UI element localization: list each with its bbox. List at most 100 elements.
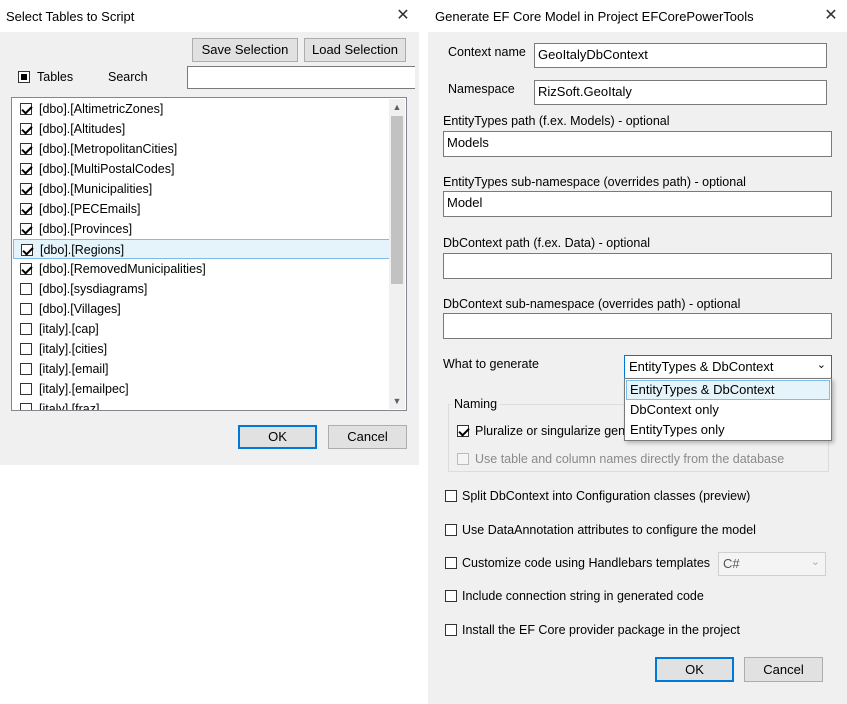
entity-path-label: EntityTypes path (f.ex. Models) - option… — [443, 114, 670, 128]
pluralize-checkbox[interactable] — [457, 425, 469, 437]
tables-label: Tables — [37, 70, 74, 84]
left-dialog-title: Select Tables to Script — [6, 9, 135, 24]
table-row[interactable]: [dbo].[Provinces] — [13, 219, 390, 239]
tables-list[interactable]: [dbo].[AltimetricZones] [dbo].[Altitudes]… — [11, 97, 407, 411]
dbcontext-subnamespace-label: DbContext sub-namespace (overrides path)… — [443, 297, 741, 311]
scrollbar-thumb[interactable] — [391, 116, 403, 284]
table-row-checkbox[interactable] — [20, 283, 32, 295]
table-row-checkbox[interactable] — [20, 123, 32, 135]
table-row-label: [italy].[email] — [39, 362, 109, 376]
table-row-label: [italy].[emailpec] — [39, 382, 129, 396]
connection-string-label: Include connection string in generated c… — [462, 589, 704, 603]
scroll-down-icon[interactable]: ▼ — [389, 393, 405, 409]
dbcontext-subnamespace-input[interactable] — [443, 313, 832, 339]
save-selection-button[interactable]: Save Selection — [192, 38, 298, 62]
table-row-label: [dbo].[AltimetricZones] — [39, 102, 164, 116]
left-titlebar: Select Tables to Script ✕ — [0, 0, 419, 32]
table-row[interactable]: [italy].[emailpec] — [13, 379, 390, 399]
install-provider-checkbox[interactable] — [445, 624, 457, 636]
table-row-checkbox[interactable] — [20, 323, 32, 335]
dbcontext-path-input[interactable] — [443, 253, 832, 279]
option-entitytypes-dbcontext[interactable]: EntityTypes & DbContext — [626, 380, 830, 400]
table-row-checkbox[interactable] — [20, 163, 32, 175]
table-row[interactable]: [dbo].[MultiPostalCodes] — [13, 159, 390, 179]
context-name-input[interactable]: GeoItalyDbContext — [534, 43, 827, 68]
table-row[interactable]: [italy].[cap] — [13, 319, 390, 339]
table-row-checkbox[interactable] — [21, 244, 33, 256]
table-row-label: [dbo].[Provinces] — [39, 222, 133, 236]
right-cancel-button[interactable]: Cancel — [744, 657, 823, 682]
option-dbcontext-only[interactable]: DbContext only — [626, 400, 830, 420]
entity-subnamespace-label: EntityTypes sub-namespace (overrides pat… — [443, 175, 746, 189]
tables-checkbox[interactable] — [18, 71, 30, 83]
table-row[interactable]: [dbo].[RemovedMunicipalities] — [13, 259, 390, 279]
what-to-generate-label: What to generate — [443, 357, 539, 371]
table-row[interactable]: [dbo].[Villages] — [13, 299, 390, 319]
entity-subnamespace-input[interactable]: Model — [443, 191, 832, 217]
handlebars-checkbox[interactable] — [445, 557, 457, 569]
table-row-checkbox[interactable] — [20, 303, 32, 315]
table-row-label: [dbo].[MetropolitanCities] — [39, 142, 178, 156]
close-icon[interactable]: ✕ — [391, 4, 415, 28]
connection-string-checkbox[interactable] — [445, 590, 457, 602]
table-row[interactable]: [dbo].[Altitudes] — [13, 119, 390, 139]
close-icon[interactable]: ✕ — [819, 4, 843, 28]
table-row-checkbox[interactable] — [20, 343, 32, 355]
table-row-checkbox[interactable] — [20, 143, 32, 155]
left-ok-button[interactable]: OK — [238, 425, 317, 449]
table-row[interactable]: [dbo].[sysdiagrams] — [13, 279, 390, 299]
table-row[interactable]: [dbo].[PECEmails] — [13, 199, 390, 219]
install-provider-label: Install the EF Core provider package in … — [462, 623, 740, 637]
tables-checkbox-indeterminate-icon — [21, 74, 27, 80]
namespace-label: Namespace — [448, 82, 515, 96]
table-row-checkbox[interactable] — [20, 103, 32, 115]
dbcontext-path-label: DbContext path (f.ex. Data) - optional — [443, 236, 651, 250]
table-row[interactable]: [italy].[cities] — [13, 339, 390, 359]
table-row[interactable]: [dbo].[MetropolitanCities] — [13, 139, 390, 159]
table-row-checkbox[interactable] — [20, 203, 32, 215]
what-to-generate-dropdown: EntityTypes & DbContext DbContext only E… — [624, 378, 832, 441]
table-row-checkbox[interactable] — [20, 183, 32, 195]
table-row-checkbox[interactable] — [20, 383, 32, 395]
table-row-checkbox[interactable] — [20, 223, 32, 235]
right-titlebar: Generate EF Core Model in Project EFCore… — [428, 0, 847, 32]
table-row-label: [dbo].[Regions] — [40, 243, 125, 257]
search-input[interactable] — [187, 66, 415, 89]
table-row[interactable]: [italy].[email] — [13, 359, 390, 379]
namespace-input[interactable]: RizSoft.GeoItaly — [534, 80, 827, 105]
table-row[interactable]: [italy].[fraz] — [13, 399, 390, 410]
table-row-label: [dbo].[Villages] — [39, 302, 121, 316]
split-dbcontext-checkbox[interactable] — [445, 490, 457, 502]
table-row-label: [italy].[cities] — [39, 342, 108, 356]
table-row-label: [dbo].[sysdiagrams] — [39, 282, 148, 296]
right-ok-button[interactable]: OK — [655, 657, 734, 682]
scroll-up-icon[interactable]: ▲ — [389, 99, 405, 115]
table-row-checkbox[interactable] — [20, 403, 32, 410]
table-row[interactable]: [dbo].[AltimetricZones] — [13, 99, 390, 119]
entity-path-input[interactable]: Models — [443, 131, 832, 157]
table-row-label: [dbo].[Municipalities] — [39, 182, 153, 196]
data-annotation-label: Use DataAnnotation attributes to configu… — [462, 523, 756, 537]
tables-list-scrollbar[interactable]: ▲ ▼ — [389, 99, 405, 409]
table-row-checkbox[interactable] — [20, 363, 32, 375]
data-annotation-checkbox[interactable] — [445, 524, 457, 536]
table-row-label: [dbo].[MultiPostalCodes] — [39, 162, 175, 176]
search-label: Search — [108, 70, 148, 84]
right-dialog-title: Generate EF Core Model in Project EFCore… — [435, 9, 754, 24]
table-row-checkbox[interactable] — [20, 263, 32, 275]
table-row[interactable]: [dbo].[Municipalities] — [13, 179, 390, 199]
option-entitytypes-only[interactable]: EntityTypes only — [626, 420, 830, 440]
table-row-label: [dbo].[RemovedMunicipalities] — [39, 262, 206, 276]
chevron-down-icon: ⌄ — [816, 359, 826, 371]
use-table-names-checkbox[interactable] — [457, 453, 469, 465]
handlebars-language-select[interactable]: C# ⌄ — [718, 552, 826, 576]
table-row-label: [dbo].[Altitudes] — [39, 122, 126, 136]
load-selection-button[interactable]: Load Selection — [304, 38, 406, 62]
split-dbcontext-label: Split DbContext into Configuration class… — [462, 489, 751, 503]
table-row[interactable]: [dbo].[Regions] — [13, 239, 390, 259]
left-cancel-button[interactable]: Cancel — [328, 425, 407, 449]
what-to-generate-select[interactable]: EntityTypes & DbContext ⌄ — [624, 355, 832, 379]
context-name-label: Context name — [448, 45, 526, 59]
handlebars-language-value: C# — [723, 556, 740, 571]
table-row-label: [italy].[cap] — [39, 322, 99, 336]
